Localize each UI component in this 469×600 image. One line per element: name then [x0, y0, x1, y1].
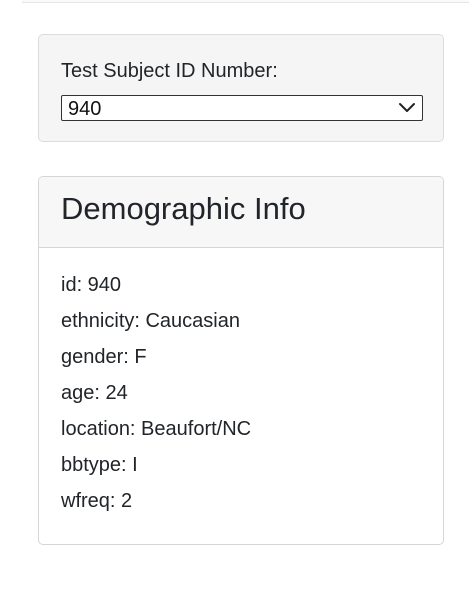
subject-id-select[interactable]: 940 — [61, 95, 423, 121]
info-line-wfreq: wfreq: 2 — [61, 490, 133, 512]
info-line-gender: gender: F — [61, 346, 147, 368]
info-line-age: age: 24 — [61, 382, 128, 404]
demographic-info-body: id: 940 ethnicity: Caucasian gender: F a… — [61, 267, 251, 519]
subject-id-label: Test Subject ID Number: — [61, 60, 278, 82]
subject-id-selected-value: 940 — [68, 98, 102, 120]
demographic-info-title: Demographic Info — [61, 191, 306, 226]
info-line-location: location: Beaufort/NC — [61, 418, 252, 440]
info-line-id: id: 940 — [61, 274, 122, 296]
subject-selector-well: Test Subject ID Number: 940 — [38, 34, 444, 142]
demographic-info-card: Demographic Info id: 940 ethnicity: Cauc… — [38, 176, 444, 545]
chevron-down-icon — [399, 103, 415, 112]
top-divider — [22, 0, 469, 3]
demographic-info-header: Demographic Info — [39, 177, 443, 248]
info-line-bbtype: bbtype: I — [61, 454, 138, 476]
info-line-ethnicity: ethnicity: Caucasian — [61, 310, 240, 332]
